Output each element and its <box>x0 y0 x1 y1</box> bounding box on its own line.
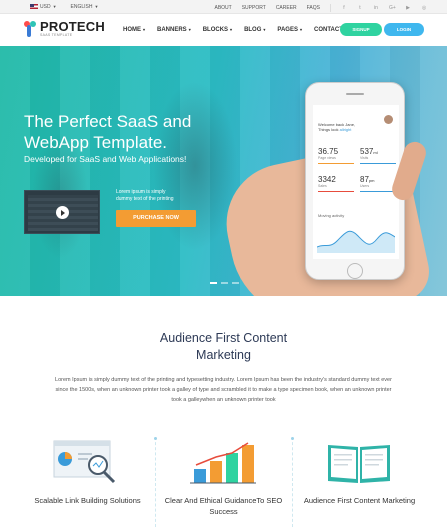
language-selector[interactable]: ENGLISH ▼ <box>71 4 99 10</box>
stat-card: 87pm Users <box>360 175 396 192</box>
chevron-down-icon: ▼ <box>52 4 57 9</box>
slider-dots <box>210 282 239 284</box>
play-icon[interactable] <box>56 206 69 219</box>
phone-screen: Welcome back Jane, Things look allright … <box>313 105 399 259</box>
chevron-down-icon: ▾ <box>299 27 302 32</box>
avatar <box>384 115 393 124</box>
chevron-down-icon: ▾ <box>230 27 233 32</box>
welcome-text: Welcome back Jane, Things look allright <box>318 122 356 132</box>
activity-wave-chart <box>317 230 395 253</box>
chevron-down-icon: ▼ <box>94 4 99 9</box>
stat-card: 36.75 Page views <box>318 147 354 164</box>
nav-pages[interactable]: PAGES ▾ <box>277 27 302 33</box>
feature-title: Scalable Link Building Solutions <box>34 496 141 505</box>
linkedin-icon[interactable]: in <box>373 5 379 11</box>
youtube-icon[interactable]: ▶ <box>405 5 411 11</box>
home-button-icon <box>347 263 363 279</box>
nav-blog[interactable]: BLOG ▾ <box>244 27 265 33</box>
nav-contact[interactable]: CONTACT <box>314 27 343 33</box>
chevron-down-icon: ▾ <box>188 27 191 32</box>
login-button[interactable]: LOGIN <box>384 23 424 36</box>
video-thumbnail[interactable] <box>24 190 100 234</box>
chevron-down-icon: ▾ <box>143 27 146 32</box>
phone-mockup: Welcome back Jane, Things look allright … <box>305 82 405 280</box>
nav-blocks[interactable]: BLOCKS ▾ <box>203 27 232 33</box>
feature-title: Clear And Ethical GuidanceTo SEO Success <box>164 496 283 516</box>
topbar-link-about[interactable]: ABOUT <box>214 5 231 11</box>
instagram-icon[interactable]: ◎ <box>421 5 427 11</box>
nav-home[interactable]: HOME ▾ <box>123 27 145 33</box>
us-flag-icon <box>30 4 38 10</box>
topbar-link-support[interactable]: SUPPORT <box>242 5 266 11</box>
currency-selector[interactable]: USD ▼ <box>30 4 57 10</box>
divider <box>330 4 331 12</box>
hero-title: The Perfect SaaS and WebApp Template. <box>24 112 192 152</box>
logo-text: PROTECH <box>40 19 105 34</box>
slider-dot[interactable] <box>210 282 217 284</box>
feature-card: Clear And Ethical GuidanceTo SEO Success <box>156 435 291 527</box>
topbar-link-faqs[interactable]: FAQS <box>307 5 320 11</box>
open-book-icon <box>328 445 390 483</box>
hero-subtitle: Developed for SaaS and Web Applications! <box>24 154 187 164</box>
stat-card: 3342 Sales <box>318 175 354 192</box>
hero-blurb: Lorem ipsum is simply dummy text of the … <box>116 189 174 202</box>
bar-chart-icon <box>190 442 256 484</box>
logo-icon <box>24 21 38 37</box>
analytics-magnifier-icon <box>53 440 116 484</box>
logo[interactable]: PROTECH SAAS TEMPLATE <box>24 19 105 37</box>
purchase-now-button[interactable]: PURCHASE NOW <box>116 210 196 227</box>
slider-dot[interactable] <box>221 282 228 284</box>
top-bar: USD ▼ ENGLISH ▼ ABOUT SUPPORT CAREER FAQS … <box>0 0 447 14</box>
facebook-icon[interactable]: f <box>341 5 347 11</box>
stat-card: 537ml Visits <box>360 147 396 164</box>
section-title: Audience First Content Marketing <box>159 331 288 362</box>
main-header: PROTECH SAAS TEMPLATE HOME ▾ BANNERS ▾ BLO… <box>0 14 447 46</box>
main-nav: HOME ▾ BANNERS ▾ BLOCKS ▾ BLOG ▾ PAGES ▾ CONT… <box>123 27 343 33</box>
feature-card: Scalable Link Building Solutions <box>20 435 155 527</box>
moving-activity-label: Moving activity <box>318 213 345 218</box>
signup-button[interactable]: SIGNUP <box>340 23 382 36</box>
slider-dot[interactable] <box>232 282 239 284</box>
feature-card: Audience First Content Marketing <box>292 435 427 527</box>
chevron-down-icon: ▾ <box>263 27 266 32</box>
google-plus-icon[interactable]: G+ <box>389 5 396 11</box>
twitter-icon[interactable]: t <box>357 5 363 11</box>
nav-banners[interactable]: BANNERS ▾ <box>157 27 191 33</box>
hero-banner: The Perfect SaaS and WebApp Template. De… <box>0 46 447 296</box>
features-row: Scalable Link Building Solutions Clear A… <box>20 435 427 527</box>
topbar-link-career[interactable]: CAREER <box>276 5 297 11</box>
feature-title: Audience First Content Marketing <box>303 496 416 505</box>
section-description: Lorem Ipsum is simply dummy text of the … <box>55 377 392 403</box>
